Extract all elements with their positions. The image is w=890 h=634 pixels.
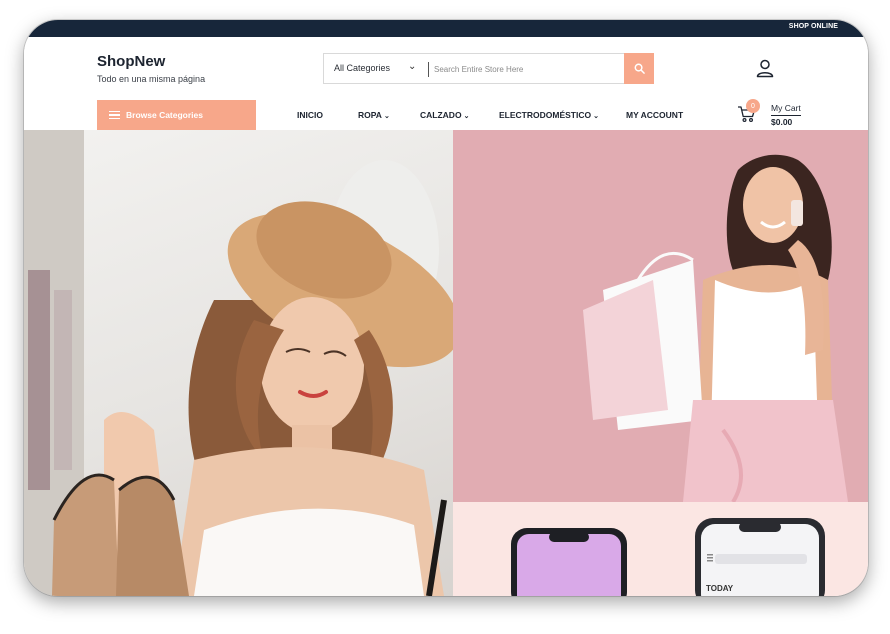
search-input[interactable]	[434, 60, 619, 78]
site-tagline: Todo en una misma página	[97, 74, 206, 84]
chevron-down-icon: ⌄	[463, 113, 470, 120]
cart-count-badge: 0	[746, 99, 760, 113]
top-bar: SHOP ONLINE	[24, 20, 868, 37]
nav-item-inicio[interactable]: INICIO	[297, 110, 323, 120]
hero-banner-fashion[interactable]	[24, 130, 453, 596]
menu-icon	[109, 111, 120, 119]
hero-shopping-image	[453, 130, 868, 502]
cart-link[interactable]: My Cart	[771, 103, 801, 116]
phones-image	[511, 518, 825, 596]
search-button[interactable]	[624, 53, 654, 84]
chevron-down-icon: ⌄	[593, 113, 599, 120]
cart-total: $0.00	[771, 117, 793, 127]
browse-label: Browse Categories	[126, 110, 203, 120]
site-logo[interactable]: ShopNew	[97, 53, 165, 70]
chevron-down-icon[interactable]: ⌄	[408, 61, 416, 72]
search-bar: All Categories ⌄	[323, 53, 654, 84]
nav-item-ropa[interactable]: ROPA ⌄	[358, 110, 390, 120]
hero-banner-shopping[interactable]	[453, 130, 868, 502]
user-icon[interactable]	[755, 58, 775, 78]
search-divider	[428, 62, 429, 77]
chevron-down-icon: ⌄	[383, 113, 390, 120]
nav-item-my-account[interactable]: MY ACCOUNT	[626, 110, 683, 120]
topbar-text[interactable]: SHOP ONLINE	[789, 23, 838, 30]
nav-item-calzado[interactable]: CALZADO ⌄	[420, 110, 469, 120]
category-select[interactable]: All Categories	[334, 63, 390, 73]
hero-fashion-image	[24, 130, 453, 596]
promo-phones-banner[interactable]: TODAY	[453, 502, 868, 596]
site-header: ShopNew Todo en una misma página All Cat…	[24, 37, 868, 130]
browse-categories-button[interactable]: Browse Categories	[97, 100, 256, 130]
phone-screen-label: TODAY	[706, 584, 734, 593]
browser-frame: SHOP ONLINE ShopNew Todo en una misma pá…	[24, 20, 868, 596]
nav-item-electrodomestico[interactable]: ELECTRODOMÉSTICO ⌄	[499, 110, 599, 120]
search-icon	[634, 63, 645, 74]
